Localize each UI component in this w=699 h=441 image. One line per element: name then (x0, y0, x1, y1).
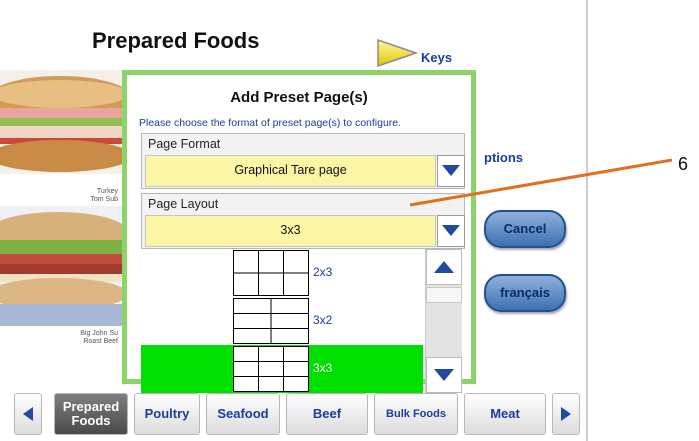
callout-line (409, 158, 673, 207)
callout-number: 6 (678, 154, 689, 174)
